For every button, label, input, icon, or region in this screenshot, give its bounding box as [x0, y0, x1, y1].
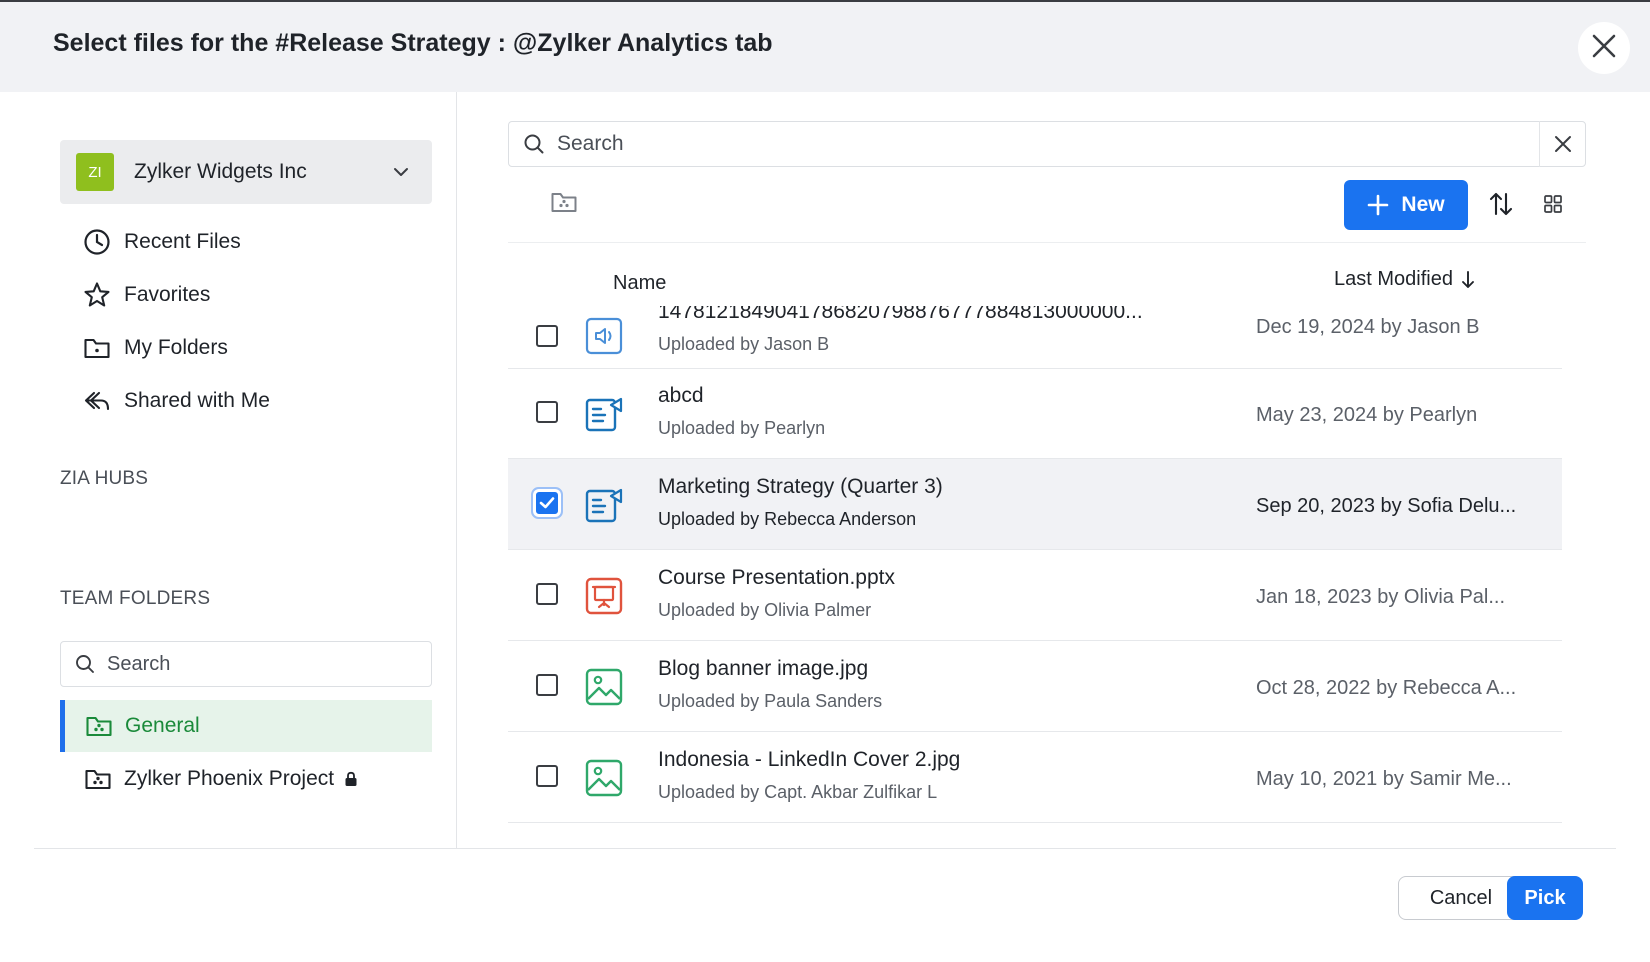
team-folder-icon — [551, 193, 577, 212]
file-modified: Jan 18, 2023 by Olivia Pal... — [1256, 586, 1506, 608]
arrow-down-icon — [1461, 270, 1475, 290]
row-checkbox[interactable] — [536, 492, 558, 514]
nav-favorites-label: Favorites — [124, 283, 211, 306]
nav-recent-files-label: Recent Files — [124, 230, 241, 253]
plus-icon — [1367, 194, 1389, 216]
file-name: Blog banner image.jpg — [658, 657, 869, 680]
search-icon — [523, 133, 545, 155]
close-icon — [1591, 33, 1617, 64]
file-search[interactable] — [508, 121, 1586, 167]
new-button[interactable]: New — [1344, 180, 1468, 230]
file-name: Marketing Strategy (Quarter 3) — [658, 475, 943, 498]
table-row[interactable]: Blog banner image.jpg Uploaded by Paula … — [508, 641, 1562, 732]
dialog-title: Select files for the #Release Strategy :… — [53, 29, 773, 57]
close-button[interactable] — [1578, 22, 1630, 74]
nav-shared-with-me-label: Shared with Me — [124, 389, 270, 412]
presentation-doc-icon — [584, 394, 624, 434]
presentation-doc-icon — [584, 485, 624, 525]
team-folder-general[interactable]: General — [60, 700, 432, 752]
toolbar-divider — [508, 242, 1586, 243]
clock-icon — [82, 227, 112, 257]
file-uploader: Uploaded by Capt. Akbar Zulfikar L — [658, 782, 938, 802]
file-modified: Dec 19, 2024 by Jason B — [1256, 316, 1480, 338]
row-checkbox[interactable] — [536, 325, 558, 347]
team-folder-search[interactable] — [60, 641, 432, 687]
star-icon — [82, 280, 112, 310]
nav-my-folders[interactable]: My Folders — [82, 330, 228, 366]
org-name: Zylker Widgets Inc — [134, 160, 307, 183]
team-folder-general-label: General — [125, 714, 200, 737]
clear-search-button[interactable] — [1539, 121, 1585, 167]
cancel-button[interactable]: Cancel — [1398, 876, 1524, 920]
table-row[interactable]: 1478121849041786820798876777884813000000… — [508, 306, 1562, 369]
nav-recent-files[interactable]: Recent Files — [82, 224, 241, 260]
team-folder-icon — [84, 767, 112, 791]
sort-icon — [1489, 192, 1513, 216]
audio-file-icon — [584, 316, 624, 356]
org-avatar: ZI — [76, 153, 114, 191]
check-icon — [539, 497, 555, 509]
file-name: 1478121849041786820798876777884813000000… — [658, 306, 1143, 323]
file-modified: Sep 20, 2023 by Sofia Delu... — [1256, 495, 1517, 517]
nav-shared-with-me[interactable]: Shared with Me — [82, 383, 270, 419]
row-checkbox[interactable] — [536, 765, 558, 787]
team-folder-button[interactable] — [550, 190, 578, 214]
team-folder-icon — [85, 714, 113, 738]
table-row[interactable]: abcd Uploaded by Pearlyn May 23, 2024 by… — [508, 368, 1562, 459]
column-header-last-modified-label: Last Modified — [1334, 268, 1453, 290]
close-icon — [1554, 136, 1571, 152]
nav-favorites[interactable]: Favorites — [82, 277, 210, 313]
lock-icon — [344, 771, 358, 787]
file-name: Indonesia - LinkedIn Cover 2.jpg — [658, 748, 961, 771]
new-button-label: New — [1401, 193, 1445, 216]
sidebar: ZI Zylker Widgets Inc Recent Files Favor… — [0, 92, 457, 849]
nav-my-folders-label: My Folders — [124, 336, 228, 359]
sort-button[interactable] — [1488, 190, 1514, 218]
team-folders-heading: TEAM FOLDERS — [60, 588, 211, 609]
pptx-icon — [584, 576, 624, 616]
chevron-down-icon — [392, 166, 410, 178]
file-list: 1478121849041786820798876777884813000000… — [508, 306, 1562, 834]
file-uploader: Uploaded by Rebecca Anderson — [658, 509, 917, 529]
search-icon — [75, 654, 95, 674]
footer-divider — [34, 848, 1616, 849]
file-name: Course Presentation.pptx — [658, 566, 895, 589]
row-checkbox[interactable] — [536, 583, 558, 605]
table-row[interactable]: Course Presentation.pptx Uploaded by Oli… — [508, 550, 1562, 641]
share-icon — [82, 386, 112, 416]
file-search-input[interactable] — [557, 132, 1539, 156]
row-checkbox[interactable] — [536, 401, 558, 423]
row-checkbox[interactable] — [536, 674, 558, 696]
column-header-last-modified[interactable]: Last Modified — [1334, 268, 1475, 291]
file-modified: Oct 28, 2022 by Rebecca A... — [1256, 677, 1517, 699]
team-folder-zylker-phoenix-label: Zylker Phoenix Project — [124, 767, 335, 790]
image-file-icon — [584, 758, 624, 798]
table-row[interactable]: Marketing Strategy (Quarter 3) Uploaded … — [508, 459, 1562, 550]
file-uploader: Uploaded by Pearlyn — [658, 418, 826, 438]
file-uploader: Uploaded by Paula Sanders — [658, 691, 883, 711]
pick-button[interactable]: Pick — [1507, 876, 1583, 920]
grid-icon — [1544, 195, 1562, 213]
file-name: abcd — [658, 384, 704, 407]
file-uploader: Uploaded by Jason B — [658, 334, 830, 354]
dialog-header: Select files for the #Release Strategy :… — [0, 0, 1650, 92]
team-folder-zylker-phoenix[interactable]: Zylker Phoenix Project — [60, 753, 432, 805]
grid-view-button[interactable] — [1543, 194, 1563, 214]
team-folder-search-input[interactable] — [107, 652, 407, 676]
org-selector[interactable]: ZI Zylker Widgets Inc — [60, 140, 432, 204]
file-modified: May 23, 2024 by Pearlyn — [1256, 404, 1478, 426]
folder-icon — [82, 333, 112, 363]
file-uploader: Uploaded by Olivia Palmer — [658, 600, 872, 620]
image-file-icon — [584, 667, 624, 707]
zia-hubs-heading: ZIA HUBS — [60, 468, 149, 489]
table-row[interactable]: Indonesia - LinkedIn Cover 2.jpg Uploade… — [508, 732, 1562, 823]
file-modified: May 10, 2021 by Samir Me... — [1256, 768, 1512, 790]
column-header-name[interactable]: Name — [613, 272, 666, 295]
